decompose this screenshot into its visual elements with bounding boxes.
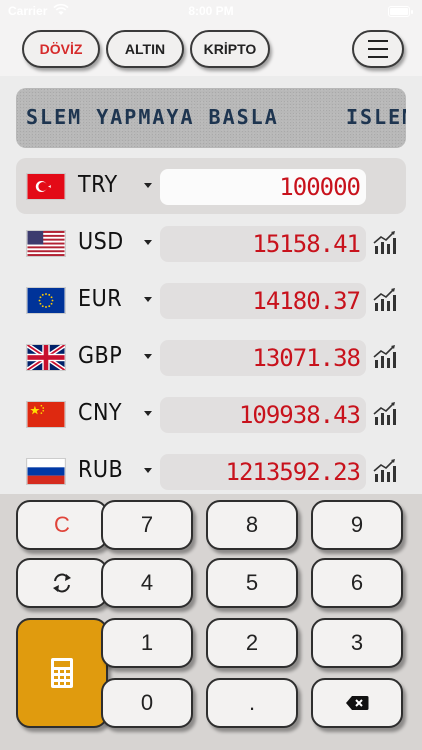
- key-decimal[interactable]: .: [206, 678, 298, 728]
- key-6[interactable]: 6: [311, 558, 403, 608]
- chevron-down-icon[interactable]: [144, 297, 152, 302]
- currency-row-cny[interactable]: CNY 109938.43: [16, 386, 406, 442]
- key-4[interactable]: 4: [101, 558, 193, 608]
- chevron-down-icon[interactable]: [144, 411, 152, 416]
- status-bar: Carrier 8:00 PM: [0, 0, 422, 26]
- key-8[interactable]: 8: [206, 500, 298, 550]
- trend-chart-icon[interactable]: [372, 400, 398, 426]
- key-5[interactable]: 5: [206, 558, 298, 608]
- currency-row-gbp[interactable]: GBP 13071.38: [16, 329, 406, 385]
- refresh-icon: [53, 573, 71, 593]
- hamburger-icon: [368, 37, 388, 61]
- menu-button[interactable]: [352, 30, 404, 68]
- status-time: 8:00 PM: [188, 4, 234, 18]
- amount-value[interactable]: 13071.38: [160, 340, 366, 376]
- keypad: C 7 8 9 4 5 6 1 2 3 0 .: [0, 494, 422, 750]
- tab-altin[interactable]: ALTIN: [106, 30, 184, 68]
- tab-kripto[interactable]: KRİPTO: [190, 30, 270, 68]
- key-3[interactable]: 3: [311, 618, 403, 668]
- chevron-down-icon[interactable]: [144, 468, 152, 473]
- key-1[interactable]: 1: [101, 618, 193, 668]
- eu-flag-icon: [26, 287, 66, 314]
- amount-value[interactable]: 1213592.23: [160, 454, 366, 490]
- usa-flag-icon: [26, 230, 66, 257]
- amount-value[interactable]: 14180.37: [160, 283, 366, 319]
- currency-row-usd[interactable]: USD 15158.41: [16, 215, 406, 271]
- swap-button[interactable]: [16, 558, 108, 608]
- russia-flag-icon: [26, 458, 66, 485]
- amount-value[interactable]: 15158.41: [160, 226, 366, 262]
- currency-row-eur[interactable]: EUR 14180.37: [16, 272, 406, 328]
- currency-row-rub[interactable]: RUB 1213592.23: [16, 443, 406, 499]
- key-7[interactable]: 7: [101, 500, 193, 550]
- chevron-down-icon[interactable]: [144, 183, 152, 188]
- trend-chart-icon[interactable]: [372, 229, 398, 255]
- currency-code: EUR: [78, 286, 123, 312]
- uk-flag-icon: [26, 344, 66, 371]
- amount-value[interactable]: 109938.43: [160, 397, 366, 433]
- backspace-button[interactable]: [311, 678, 403, 728]
- ticker-banner: SLEM YAPMAYA BASLA ISLEM: [16, 88, 406, 148]
- currency-code: GBP: [78, 343, 123, 369]
- chevron-down-icon[interactable]: [144, 240, 152, 245]
- currency-code: TRY: [78, 172, 118, 198]
- trend-chart-icon[interactable]: [372, 343, 398, 369]
- currency-code: USD: [78, 229, 124, 255]
- tab-doviz[interactable]: DÖVİZ: [22, 30, 100, 68]
- china-flag-icon: [26, 401, 66, 428]
- clear-button[interactable]: C: [16, 500, 108, 550]
- amount-input[interactable]: 100000: [160, 169, 366, 205]
- key-2[interactable]: 2: [206, 618, 298, 668]
- top-bar: DÖVİZ ALTIN KRİPTO: [0, 26, 422, 76]
- battery-icon: [388, 6, 413, 17]
- ticker-text-repeat: ISLEM: [346, 105, 406, 129]
- converter-panel: SLEM YAPMAYA BASLA ISLEM TRY 100000 USD …: [0, 76, 422, 494]
- key-0[interactable]: 0: [101, 678, 193, 728]
- currency-row-try[interactable]: TRY 100000: [16, 158, 406, 214]
- turkey-flag-icon: [26, 173, 66, 200]
- chevron-down-icon[interactable]: [144, 354, 152, 359]
- calculator-button[interactable]: [16, 618, 108, 728]
- calculator-icon: [51, 658, 73, 688]
- key-9[interactable]: 9: [311, 500, 403, 550]
- trend-chart-icon[interactable]: [372, 286, 398, 312]
- currency-code: CNY: [78, 400, 123, 426]
- currency-code: RUB: [78, 457, 124, 483]
- backspace-icon: [346, 696, 369, 710]
- trend-chart-icon[interactable]: [372, 457, 398, 483]
- ticker-text: SLEM YAPMAYA BASLA: [26, 105, 279, 129]
